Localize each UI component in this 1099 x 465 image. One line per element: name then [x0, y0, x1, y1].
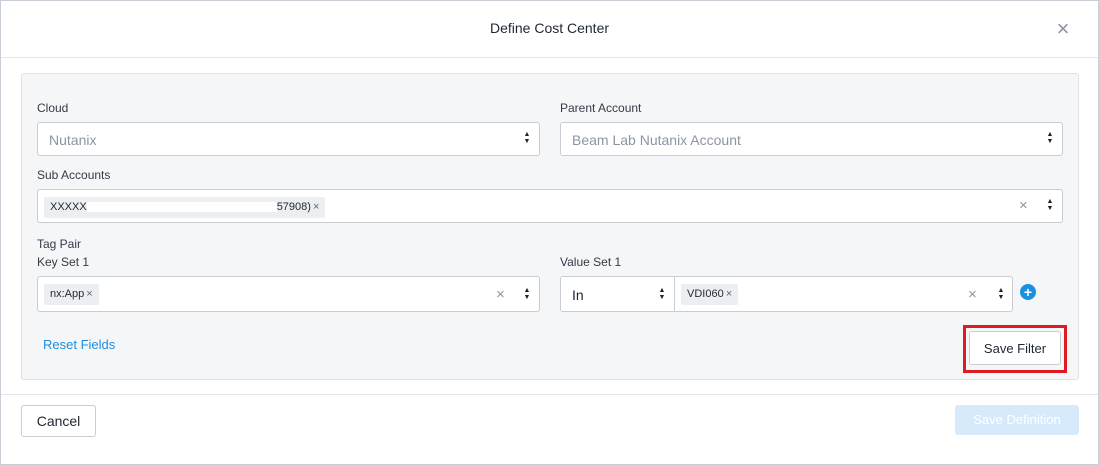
parent-account-select[interactable]: Beam Lab Nutanix Account ▲ ▼ [560, 122, 1063, 156]
remove-chip-icon[interactable]: × [726, 288, 732, 300]
modal-header: Define Cost Center × [1, 1, 1098, 58]
operator-select[interactable]: In ▲ ▼ [561, 277, 674, 311]
value-set-composite: In ▲ ▼ VDI060 × × ▲ ▼ [560, 276, 1013, 312]
sort-arrows-icon: ▲ ▼ [523, 287, 531, 301]
value-multiselect[interactable]: VDI060 × × ▲ ▼ [675, 277, 1013, 311]
parent-account-select-value: Beam Lab Nutanix Account [572, 132, 741, 148]
cancel-button[interactable]: Cancel [21, 405, 96, 437]
remove-chip-icon[interactable]: × [86, 288, 92, 300]
sub-account-chip-suffix: 57908) [276, 201, 311, 213]
clear-selection-icon[interactable]: × [968, 287, 977, 303]
value-chip: VDI060 × [681, 284, 739, 305]
sort-arrows-icon: ▲ ▼ [523, 131, 531, 145]
tag-pair-label: Tag Pair [37, 237, 82, 251]
clear-selection-icon[interactable]: × [496, 287, 505, 303]
sort-arrows-icon: ▲ ▼ [1046, 198, 1054, 212]
clear-selection-icon[interactable]: × [1019, 198, 1028, 214]
footer-divider [1, 394, 1098, 395]
modal-title: Define Cost Center [489, 20, 610, 36]
value-chip-label: VDI060 [687, 288, 724, 300]
save-definition-button[interactable]: Save Definition [955, 405, 1079, 435]
reset-fields-link[interactable]: Reset Fields [43, 337, 115, 352]
cloud-label: Cloud [37, 101, 69, 115]
sub-account-chip-prefix: XXXXX [50, 201, 87, 213]
value-set-label: Value Set 1 [560, 255, 622, 269]
close-icon[interactable]: × [1054, 18, 1072, 40]
sort-arrows-icon: ▲ ▼ [1046, 131, 1054, 145]
sort-arrows-icon: ▲ ▼ [658, 287, 666, 301]
filter-panel [21, 73, 1079, 380]
sub-accounts-label: Sub Accounts [37, 168, 111, 182]
cloud-select[interactable]: Nutanix ▲ ▼ [37, 122, 540, 156]
add-tag-pair-icon[interactable]: + [1020, 284, 1036, 300]
parent-account-label: Parent Account [560, 101, 642, 115]
remove-chip-icon[interactable]: × [313, 201, 319, 213]
key-set-multiselect[interactable]: nx:App × × ▲ ▼ [37, 276, 540, 312]
operator-select-value: In [572, 287, 584, 303]
sort-arrows-icon: ▲ ▼ [997, 287, 1005, 301]
define-cost-center-modal: Define Cost Center × Cloud Nutanix ▲ ▼ Pa… [0, 0, 1099, 465]
cloud-select-value: Nutanix [49, 132, 97, 148]
key-chip: nx:App × [44, 284, 99, 305]
save-filter-button[interactable]: Save Filter [969, 331, 1061, 365]
redacted-area [86, 202, 277, 213]
key-set-label: Key Set 1 [37, 255, 90, 269]
sub-account-chip: XXXXX 57908) × [44, 197, 326, 218]
key-chip-label: nx:App [50, 288, 85, 300]
sub-accounts-multiselect[interactable]: XXXXX 57908) × × ▲ ▼ [37, 189, 1063, 223]
